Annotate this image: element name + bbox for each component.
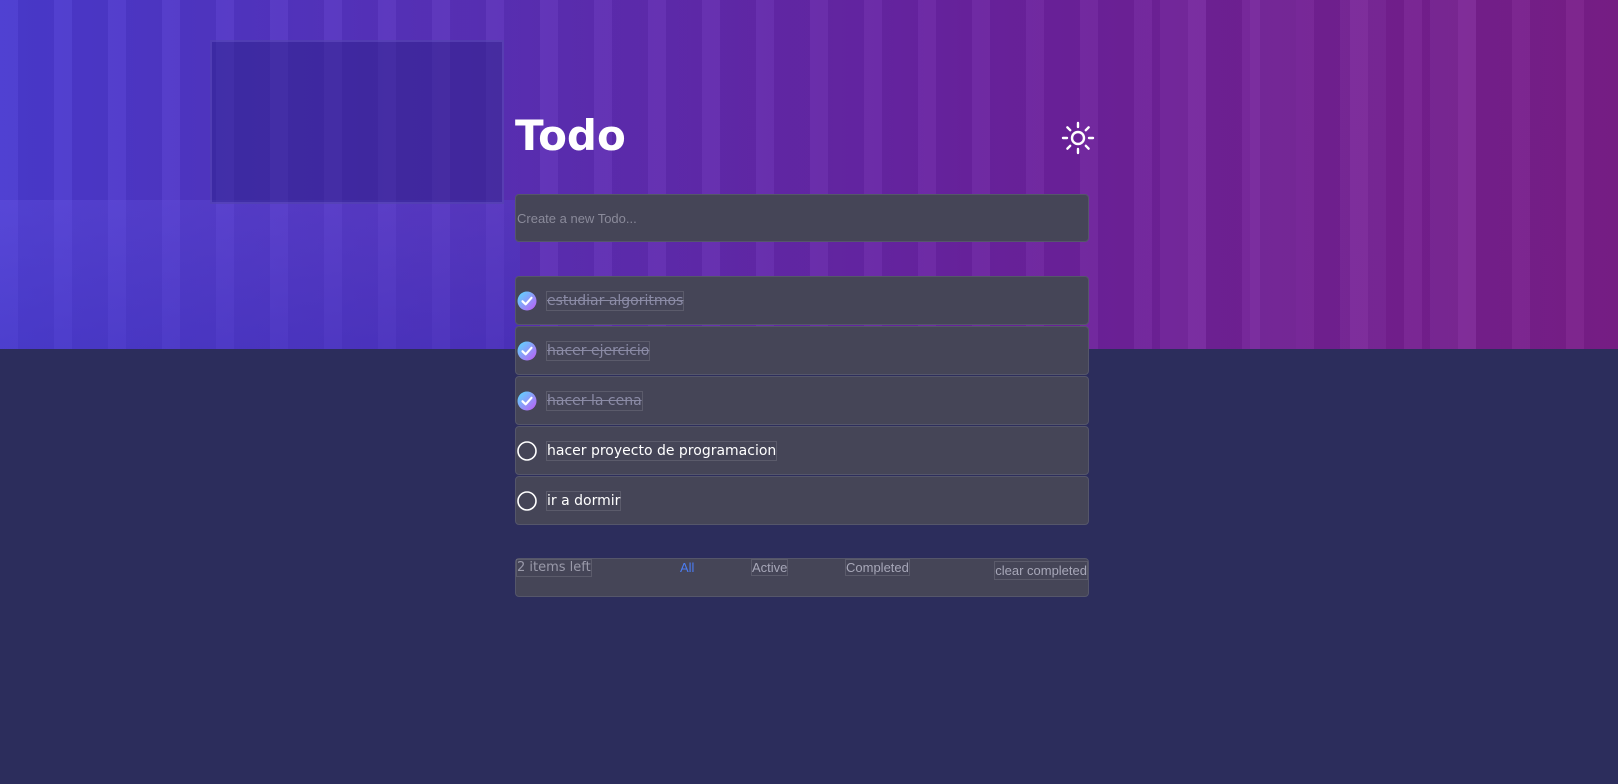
todo-checkbox[interactable] bbox=[517, 291, 537, 311]
todo-checkbox[interactable] bbox=[517, 441, 537, 461]
check-icon bbox=[517, 391, 537, 411]
todo-item: hacer la cena bbox=[515, 376, 1089, 425]
filter-active[interactable]: Active bbox=[750, 559, 789, 576]
todo-item: hacer ejercicio bbox=[515, 326, 1089, 375]
hero-pillar bbox=[1340, 0, 1386, 349]
todo-list: estudiar algoritmos hacer ejercicio hace… bbox=[515, 276, 1089, 526]
new-todo-input[interactable] bbox=[515, 194, 1089, 242]
todo-item: estudiar algoritmos bbox=[515, 276, 1089, 325]
todo-text[interactable]: hacer ejercicio bbox=[545, 341, 651, 361]
todo-checkbox[interactable] bbox=[517, 391, 537, 411]
sun-icon bbox=[1061, 121, 1095, 155]
todo-item: ir a dormir bbox=[515, 476, 1089, 525]
todo-checkbox[interactable] bbox=[517, 491, 537, 511]
items-left-count: 2 items left bbox=[516, 559, 592, 577]
hero-pillar bbox=[1430, 0, 1476, 349]
todo-text[interactable]: ir a dormir bbox=[545, 491, 622, 511]
empty-circle-icon bbox=[517, 441, 537, 461]
hero-pillar bbox=[1160, 0, 1206, 349]
filter-all[interactable]: All bbox=[680, 560, 694, 575]
todo-text[interactable]: hacer la cena bbox=[546, 391, 643, 411]
empty-circle-icon bbox=[517, 491, 537, 511]
hero-floor bbox=[0, 200, 520, 349]
check-icon bbox=[517, 291, 537, 311]
hero-pillar bbox=[1250, 0, 1296, 349]
todo-item: hacer proyecto de programacion bbox=[515, 426, 1089, 475]
todo-text[interactable]: estudiar algoritmos bbox=[545, 291, 685, 311]
check-icon bbox=[517, 341, 537, 361]
todo-text[interactable]: hacer proyecto de programacion bbox=[545, 441, 778, 461]
todo-checkbox[interactable] bbox=[517, 341, 537, 361]
filter-completed[interactable]: Completed bbox=[845, 559, 910, 576]
hero-corridor bbox=[210, 40, 504, 204]
page-title: Todo bbox=[515, 111, 626, 160]
todo-footer: 2 items left All Active Completed clear … bbox=[515, 558, 1089, 597]
clear-completed-button[interactable]: clear completed bbox=[994, 561, 1088, 580]
theme-toggle-button[interactable] bbox=[1060, 120, 1096, 156]
